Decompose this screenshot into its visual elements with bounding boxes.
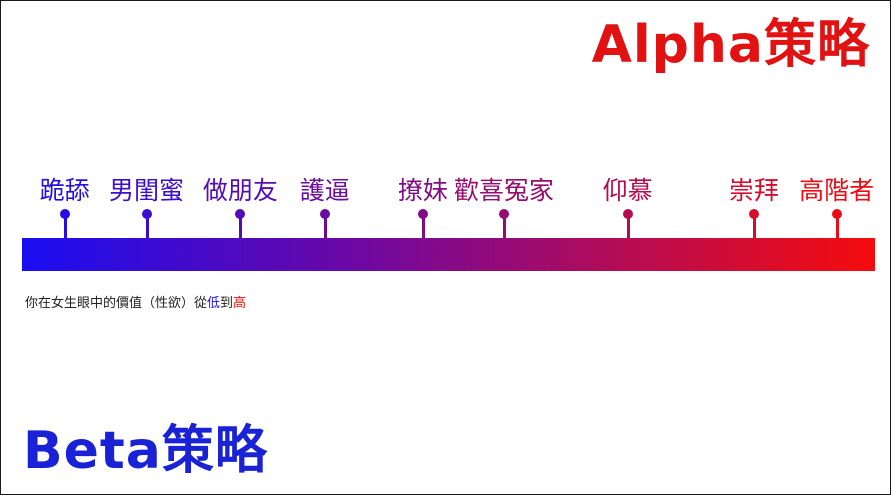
value-gradient-bar bbox=[22, 238, 875, 271]
beta-strategy-title: Beta策略 bbox=[23, 421, 268, 481]
slide: Alpha策略 跪舔 男閨蜜 做朋友 護逼 撩妹 歡喜冤家 仰慕 崇拜 高階者 你在女生眼中的價… bbox=[0, 0, 891, 495]
scale-marker-stem bbox=[421, 217, 425, 239]
scale-marker-dot bbox=[622, 209, 633, 219]
scale-marker-label: 撩妹 bbox=[397, 176, 448, 205]
scale-marker-stem bbox=[626, 217, 630, 239]
scale-marker-dot bbox=[417, 209, 428, 219]
scale-marker-label: 仰慕 bbox=[602, 176, 653, 205]
scale-marker-dot bbox=[831, 209, 842, 219]
scale-marker-dot bbox=[498, 209, 509, 219]
caption-prefix: 你在女生眼中的價值（性欲）從 bbox=[25, 296, 208, 311]
scale-marker-dot bbox=[235, 209, 246, 219]
scale-marker-stem bbox=[239, 217, 243, 239]
caption-middle-word: 到 bbox=[220, 296, 234, 311]
scale-marker-stem bbox=[502, 217, 506, 239]
scale-marker-label: 跪舔 bbox=[39, 176, 90, 205]
scale-marker-label: 歡喜冤家 bbox=[453, 176, 554, 205]
scale-marker-dot bbox=[59, 209, 70, 219]
scale-marker-stem bbox=[63, 217, 67, 239]
scale-marker-label: 男閨蜜 bbox=[109, 176, 185, 205]
scale-marker-stem bbox=[145, 217, 149, 239]
scale-marker-dot bbox=[319, 209, 330, 219]
caption-high-word: 高 bbox=[233, 296, 247, 311]
scale-marker-label: 高階者 bbox=[799, 176, 875, 205]
scale-marker-label: 護逼 bbox=[299, 176, 350, 205]
scale-marker-label: 崇拜 bbox=[728, 176, 779, 205]
caption-low-word: 低 bbox=[207, 296, 221, 311]
scale-marker-label: 做朋友 bbox=[202, 176, 278, 205]
scale-marker-stem bbox=[752, 217, 756, 239]
scale-marker-dot bbox=[748, 209, 759, 219]
scale-marker-stem bbox=[835, 217, 839, 239]
alpha-strategy-title: Alpha策略 bbox=[591, 15, 870, 75]
scale-caption: 你在女生眼中的價值（性欲）從低到高 bbox=[25, 295, 246, 313]
scale-marker-stem bbox=[323, 217, 327, 239]
scale-marker-dot bbox=[141, 209, 152, 219]
